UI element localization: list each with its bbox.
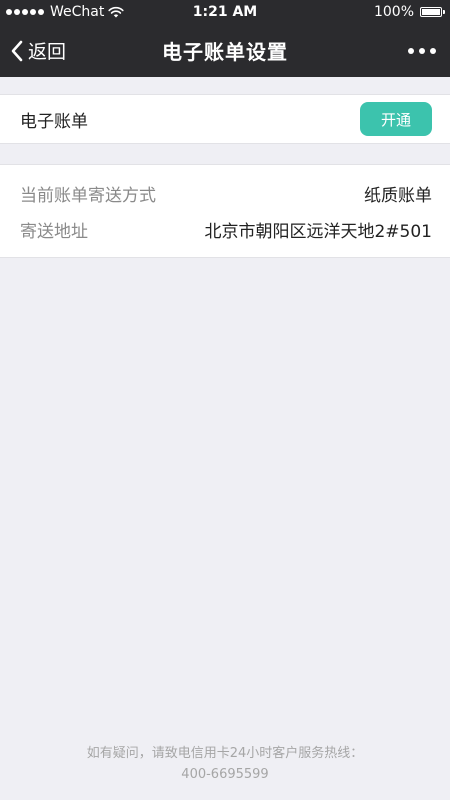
nav-bar: 返回 电子账单设置: [0, 24, 450, 77]
delivery-address-row: 寄送地址 北京市朝阳区远洋天地2#501: [0, 215, 450, 243]
status-bar: WeChat 1:21 AM 100%: [0, 0, 450, 24]
delivery-address-value: 北京市朝阳区远洋天地2#501: [204, 221, 432, 242]
ebill-section: 电子账单 开通: [0, 94, 450, 144]
screen: WeChat 1:21 AM 100% 返回 电子账单设置 电子账单 开通 当前…: [0, 0, 450, 800]
delivery-section: 当前账单寄送方式 纸质账单 寄送地址 北京市朝阳区远洋天地2#501: [0, 164, 450, 258]
delivery-method-value: 纸质账单: [364, 185, 432, 206]
battery-percent: 100%: [373, 4, 414, 20]
support-hotline-footer: 如有疑问，请致电信用卡24小时客户服务热线： 400-6695599: [0, 743, 450, 785]
ebill-row: 电子账单 开通: [0, 95, 450, 143]
delivery-address-label: 寄送地址: [20, 221, 88, 242]
more-dots-icon[interactable]: [408, 24, 436, 77]
open-ebill-button[interactable]: 开通: [360, 102, 432, 136]
footer-hotline-number[interactable]: 400-6695599: [0, 764, 450, 785]
footer-hotline-text: 如有疑问，请致电信用卡24小时客户服务热线：: [86, 746, 364, 761]
delivery-method-label: 当前账单寄送方式: [20, 185, 156, 206]
ebill-label: 电子账单: [20, 111, 88, 132]
page-title: 电子账单设置: [162, 40, 288, 64]
delivery-method-row: 当前账单寄送方式 纸质账单: [0, 179, 450, 207]
battery-icon: [420, 7, 445, 17]
status-right: 100%: [373, 4, 445, 20]
